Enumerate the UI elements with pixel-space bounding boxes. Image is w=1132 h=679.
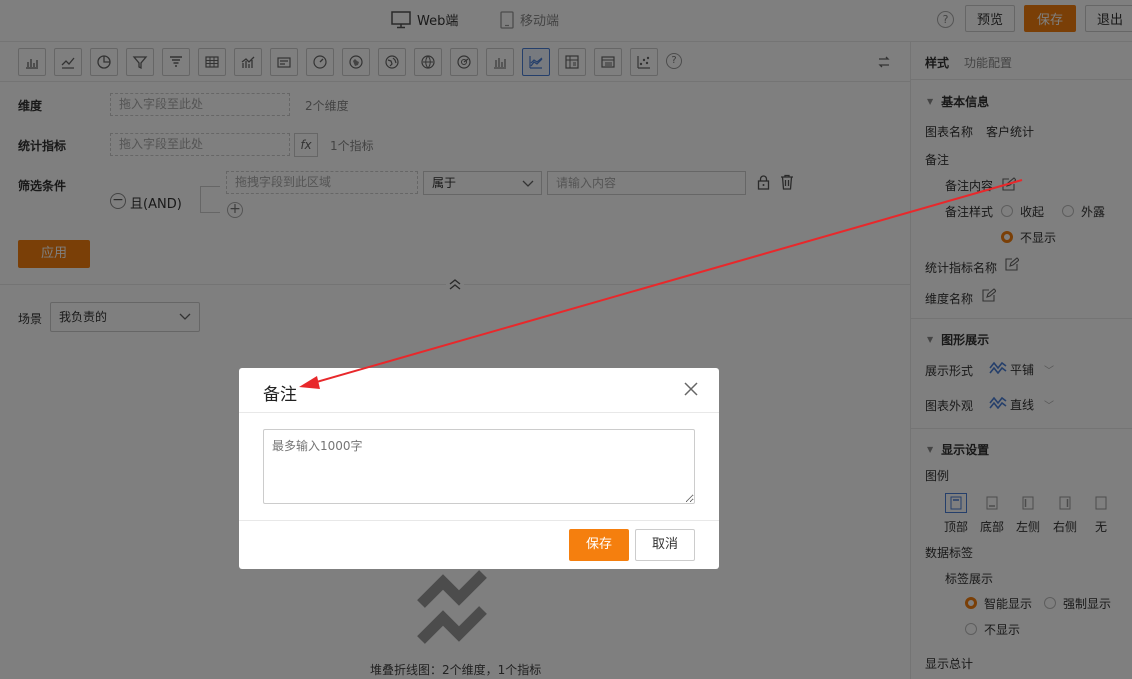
dialog-divider: [239, 412, 719, 413]
close-icon[interactable]: [682, 380, 700, 398]
dialog-divider: [239, 520, 719, 521]
dialog-title: 备注: [263, 385, 297, 405]
remark-dialog: 备注 保存 取消: [239, 368, 719, 569]
modal-overlay[interactable]: [0, 0, 1132, 679]
dialog-save-button[interactable]: 保存: [569, 529, 629, 561]
dialog-cancel-button[interactable]: 取消: [635, 529, 695, 561]
remark-textarea[interactable]: [263, 429, 695, 504]
